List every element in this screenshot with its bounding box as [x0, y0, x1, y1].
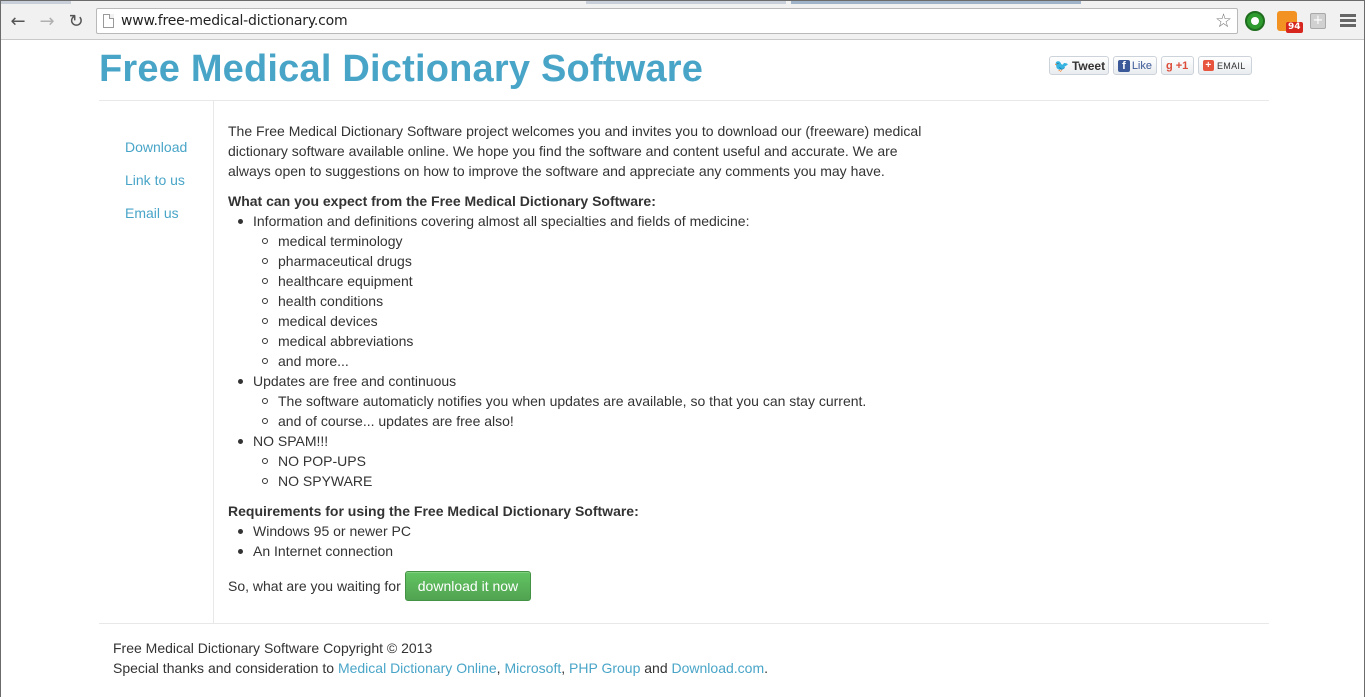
sidebar-item-email-us[interactable]: Email us [125, 205, 179, 221]
like-label: Like [1131, 59, 1152, 72]
list-item: and of course... updates are free also! [253, 411, 948, 431]
php-group-link[interactable]: PHP Group [569, 660, 640, 676]
thanks-prefix: Special thanks and consideration to [113, 660, 338, 676]
sublist: NO POP-UPS NO SPYWARE [253, 451, 948, 491]
list-item: medical devices [253, 311, 948, 331]
sidebar-item-link-to-us[interactable]: Link to us [125, 172, 185, 188]
list-item: NO POP-UPS [253, 451, 948, 471]
share-plus-icon: + [1203, 60, 1214, 71]
main-content: The Free Medical Dictionary Software pro… [228, 121, 948, 601]
google-plus-one-button[interactable]: g +1 [1161, 56, 1194, 75]
intro-paragraph: The Free Medical Dictionary Software pro… [228, 123, 922, 179]
tab-strip-edge [586, 1, 786, 4]
google-plus-icon: g [1166, 59, 1173, 72]
back-arrow-icon[interactable]: ← [7, 10, 29, 32]
rss-badge: 94 [1286, 22, 1303, 33]
requirements-list: Windows 95 or newer PC An Internet conne… [228, 521, 948, 561]
tab-strip-edge [1, 1, 71, 4]
sublist: The software automaticly notifies you wh… [253, 391, 948, 431]
copyright-text: Free Medical Dictionary Software Copyrig… [113, 640, 433, 656]
header-divider [99, 100, 1269, 101]
list-item: Windows 95 or newer PC [228, 521, 948, 541]
page: Free Medical Dictionary Software 🐦 Tweet… [1, 41, 1364, 697]
menu-icon[interactable] [1340, 14, 1356, 29]
twitter-bird-icon: 🐦 [1054, 58, 1069, 73]
expect-heading: What can you expect from the Free Medica… [228, 193, 656, 209]
facebook-like-button[interactable]: f Like [1113, 56, 1157, 75]
email-share-button[interactable]: + EMAIL [1198, 56, 1252, 75]
period: . [764, 660, 769, 676]
microsoft-link[interactable]: Microsoft [504, 660, 561, 676]
list-item: Updates are free and continuous The soft… [228, 371, 948, 431]
list-item-text: Information and definitions covering alm… [253, 213, 750, 229]
and-text: and [640, 660, 672, 676]
medical-dictionary-online-link[interactable]: Medical Dictionary Online [338, 660, 497, 676]
reload-icon[interactable]: ↻ [65, 10, 87, 32]
list-item: health conditions [253, 291, 948, 311]
thanks-line: Special thanks and consideration to Medi… [113, 658, 768, 678]
expect-list: Information and definitions covering alm… [228, 211, 948, 491]
email-label: EMAIL [1217, 60, 1246, 71]
requirements-heading: Requirements for using the Free Medical … [228, 503, 639, 519]
url-text[interactable]: www.free-medical-dictionary.com [121, 13, 348, 29]
bookmark-star-icon[interactable]: ☆ [1215, 10, 1232, 32]
download-now-button[interactable]: download it now [404, 571, 532, 601]
browser-toolbar: ← → ↻ www.free-medical-dictionary.com ☆ … [1, 1, 1364, 40]
page-icon [103, 14, 114, 28]
sidebar-nav: Download Link to us Email us [99, 101, 214, 623]
extension-plus-icon[interactable]: + [1310, 13, 1326, 29]
separator: , [561, 660, 570, 676]
list-item: NO SPAM!!! NO POP-UPS NO SPYWARE [228, 431, 948, 491]
list-item: Information and definitions covering alm… [228, 211, 948, 371]
download-prompt: So, what are you waiting for download it… [228, 571, 948, 601]
list-item: pharmaceutical drugs [253, 251, 948, 271]
waiting-text: So, what are you waiting for [228, 578, 401, 594]
plus-one-label: +1 [1175, 59, 1189, 72]
list-item-text: NO SPAM!!! [253, 433, 329, 449]
list-item: medical abbreviations [253, 331, 948, 351]
tab-strip-edge [791, 1, 1081, 4]
footer-divider [99, 623, 1269, 624]
rss-extension-icon[interactable]: 94 [1277, 11, 1303, 33]
sublist: medical terminology pharmaceutical drugs… [253, 231, 948, 371]
sidebar-item-download[interactable]: Download [125, 139, 187, 155]
site-title: Free Medical Dictionary Software [99, 48, 704, 90]
tweet-button[interactable]: 🐦 Tweet [1049, 56, 1109, 75]
address-bar[interactable]: www.free-medical-dictionary.com ☆ [96, 8, 1238, 34]
list-item-text: Updates are free and continuous [253, 373, 457, 389]
list-item: medical terminology [253, 231, 948, 251]
list-item: The software automaticly notifies you wh… [253, 391, 948, 411]
footer: Free Medical Dictionary Software Copyrig… [113, 638, 768, 678]
list-item: An Internet connection [228, 541, 948, 561]
list-item: healthcare equipment [253, 271, 948, 291]
tweet-label: Tweet [1071, 58, 1106, 73]
extension-power-icon[interactable] [1245, 11, 1265, 31]
list-item: and more... [253, 351, 948, 371]
forward-arrow-icon[interactable]: → [36, 10, 58, 32]
download-com-link[interactable]: Download.com [672, 660, 765, 676]
list-item: NO SPYWARE [253, 471, 948, 491]
facebook-icon: f [1118, 59, 1130, 72]
